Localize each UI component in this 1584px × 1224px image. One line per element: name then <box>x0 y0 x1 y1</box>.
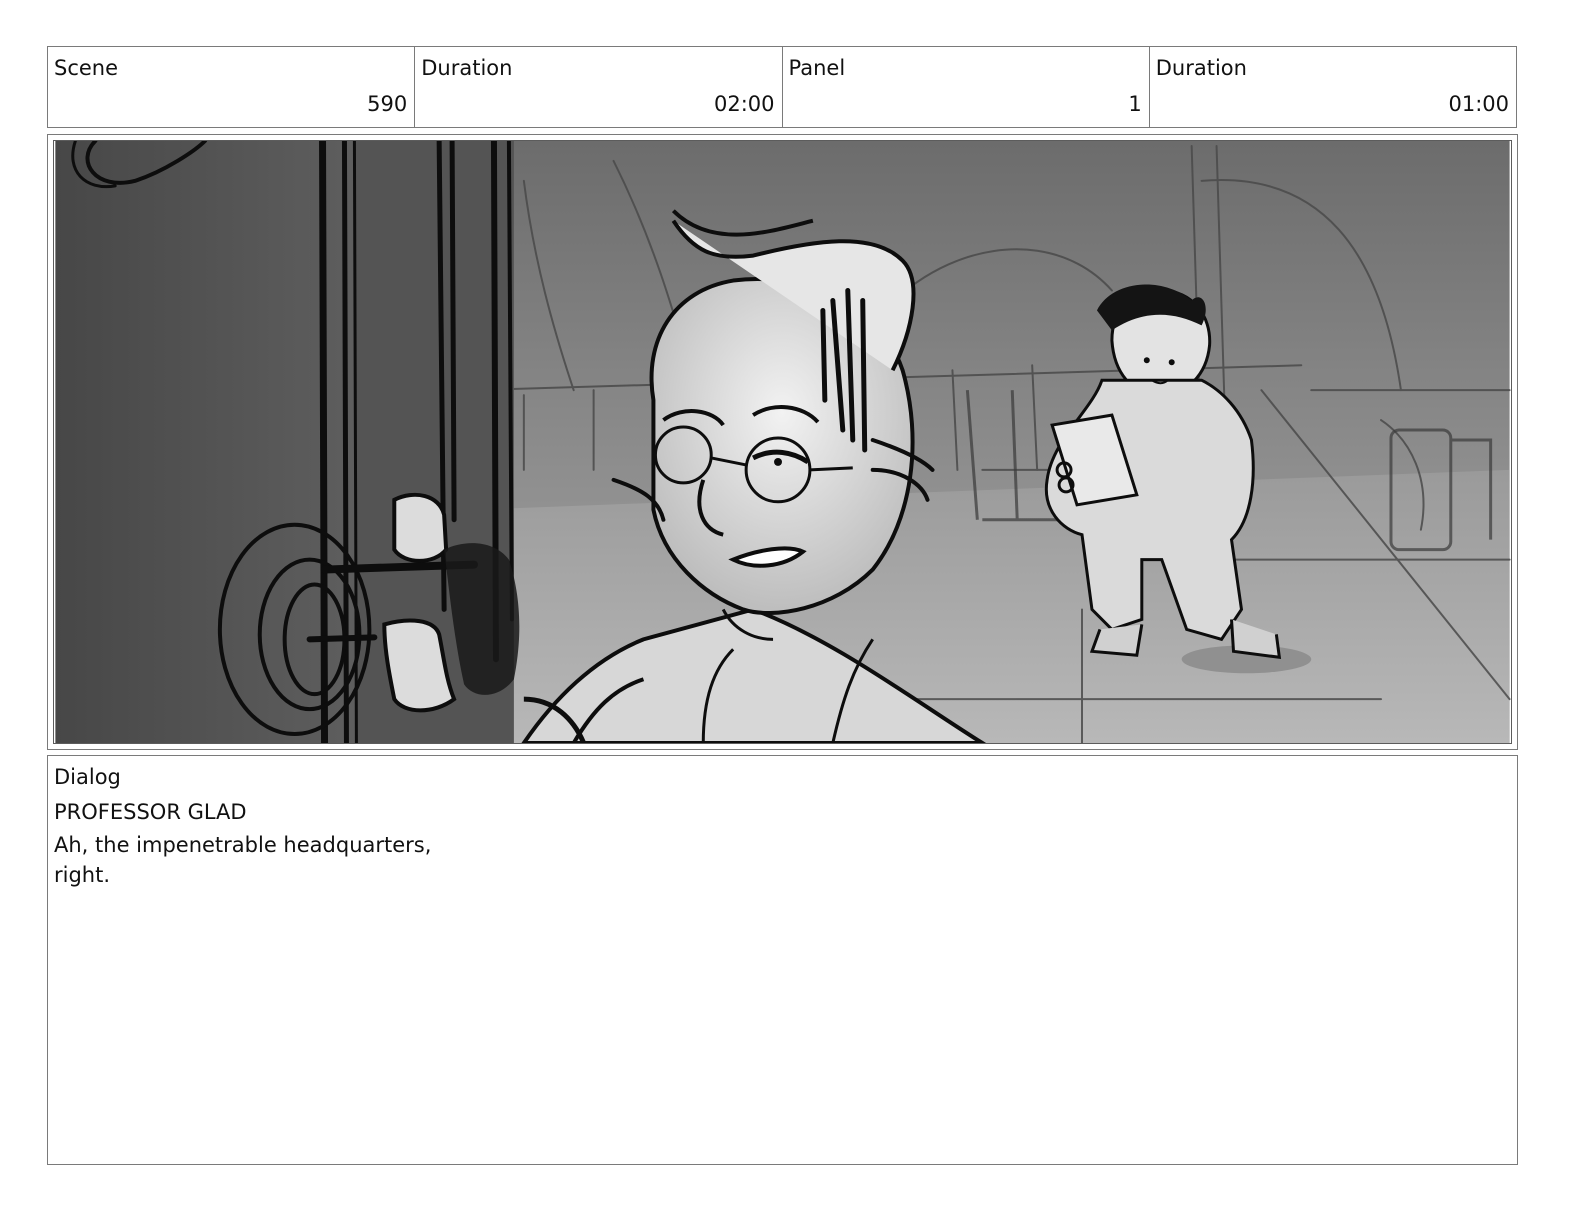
storyboard-frame <box>47 134 1518 750</box>
panel-label: Panel <box>788 56 846 80</box>
storyboard-sketch <box>53 140 1512 744</box>
panel-duration-value: 01:00 <box>1448 92 1509 116</box>
scene-duration-value: 02:00 <box>713 92 775 116</box>
scene-duration-label: Duration <box>421 56 513 80</box>
panel-duration-cell: Duration 01:00 <box>1150 47 1516 127</box>
scene-number: 590 <box>367 92 408 116</box>
dialog-label: Dialog <box>54 765 121 789</box>
scene-duration-cell: Duration 02:00 <box>415 47 783 127</box>
dialog-box: Dialog PROFESSOR GLAD Ah, the impenetrab… <box>47 755 1518 1165</box>
dialog-line: right. <box>54 863 111 887</box>
dialog-lines: Ah, the impenetrable headquarters, right… <box>54 830 431 890</box>
dialog-line: Ah, the impenetrable headquarters, <box>54 833 432 857</box>
panel-cell: Panel 1 <box>783 47 1150 127</box>
panel-number: 1 <box>1128 92 1142 116</box>
panel-duration-label: Duration <box>1155 56 1247 80</box>
dialog-speaker: PROFESSOR GLAD <box>54 800 247 824</box>
storyboard-header: Scene 590 Duration 02:00 Panel 1 Duratio… <box>47 46 1517 128</box>
scene-label: Scene <box>54 56 119 80</box>
scene-cell: Scene 590 <box>48 47 416 127</box>
